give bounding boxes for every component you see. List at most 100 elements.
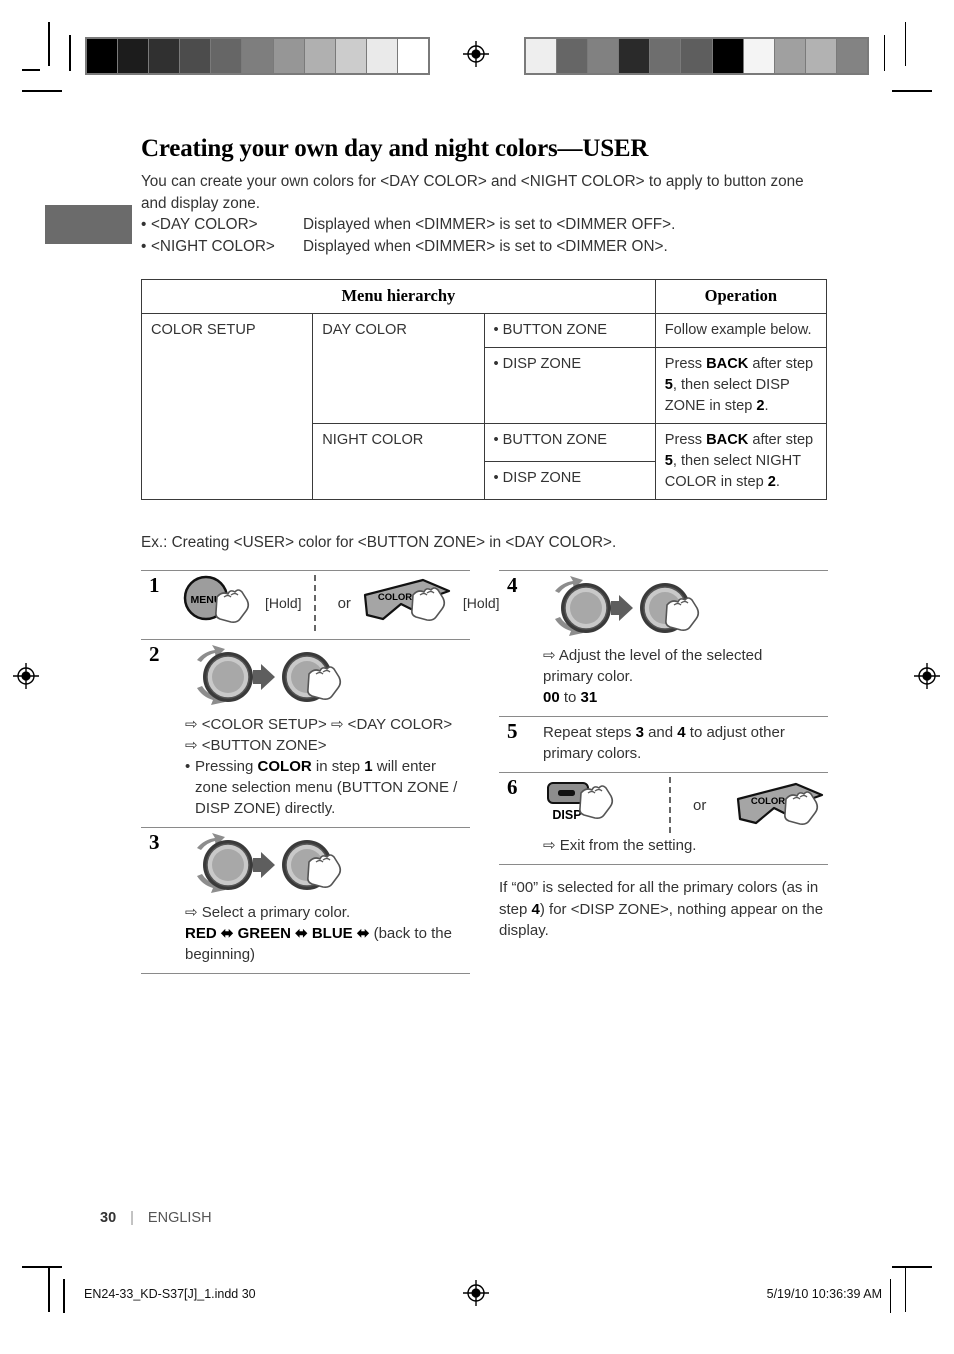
crop-mark-top-left-inner-horizontal [22,69,40,71]
print-footer-timestamp: 5/19/10 10:36:39 AM [766,1287,882,1301]
print-footer-filename: EN24-33_KD-S37[J]_1.indd 30 [84,1287,256,1301]
step-3-sequence: RED ⬌ GREEN ⬌ BLUE ⬌ (back to the beginn… [185,925,452,963]
cell-zone-disp-night: • DISP ZONE [483,461,656,500]
calibration-swatch [148,39,180,73]
disp-button-icon[interactable]: DISP [543,777,633,833]
step-2-result-line-1: ⇨ <COLOR SETUP> ⇨ <DAY COLOR> [185,716,453,733]
crop-mark-bottom-left-vertical [48,1268,50,1312]
crop-mark-top-left-inner-vertical [69,35,71,71]
step-3: 3 ⇨ Select a primary color. RED ⬌ GREEN … [141,827,470,974]
step-3-dial-art[interactable] [185,832,470,902]
example-caption: Ex.: Creating <USER> color for <BUTTON Z… [141,534,617,551]
table-header-operation: Operation [654,279,828,314]
step-1-hold-label-menu: [Hold] [265,594,302,611]
bullet-dot: • [141,216,147,233]
crop-mark-bottom-right-horizontal [892,1266,932,1268]
calibration-swatch [117,39,149,73]
menu-hierarchy-table: Menu hierarchy Operation COLOR SETUP DAY… [140,279,828,500]
cell-color-setup: COLOR SETUP [140,313,314,500]
print-footer-rule-right [889,1279,891,1313]
color-button-icon[interactable]: COLOR [734,777,834,833]
calibration-swatch [587,39,619,73]
calibration-swatch [272,39,304,73]
svg-text:DISP: DISP [552,808,581,822]
step-1-or-label: or [337,594,351,612]
crop-mark-bottom-right-vertical [904,1268,906,1312]
step-6: 6 DISP or COLOR ⇨ Exit from the setting. [499,772,828,865]
step-1-art-row: MENU [Hold] or COLOR [Hold] [181,575,500,631]
calibration-swatch [87,39,118,73]
step-4-result-line-1: ⇨ Adjust the level of the selected [543,647,763,664]
registration-mark-bottom-center [463,1280,489,1306]
step-2-note: • Pressing COLOR in step 1 will enter zo… [185,756,470,819]
crop-mark-bottom-left-horizontal [22,1266,62,1268]
crop-mark-top-right-horizontal [892,90,932,92]
step-6-art-row: DISP or COLOR [543,777,828,833]
steps-column-left: 1 MENU [Hold] or COLOR [Hold] 2 ⇨ <COLOR… [141,570,500,974]
color-button-icon[interactable]: COLOR [361,575,461,631]
step-6-result-line: ⇨ Exit from the setting. [543,837,697,854]
cell-day-color: DAY COLOR [312,313,485,424]
step-2-number: 2 [149,642,160,666]
bullet-description: Displayed when <DIMMER> is set to <DIMME… [303,216,676,233]
cell-night-color: NIGHT COLOR [312,423,485,500]
calibration-swatch [835,39,868,73]
calibration-swatch [526,39,557,73]
cell-zone-button-day: • BUTTON ZONE [483,313,656,348]
step-3-result-line: ⇨ Select a primary color. [185,904,351,921]
crop-mark-top-right-vertical [904,22,906,66]
step-2: 2 ⇨ <COLOR SETUP> ⇨ <DAY COLOR> ⇨ <BUTTO… [141,639,470,827]
step-4: 4 ⇨ Adjust the level of the selected pri… [499,570,828,716]
crop-mark-top-left-vertical [48,22,50,66]
bullet-term: <DAY COLOR> [151,216,258,233]
step-4-number: 4 [507,573,518,597]
footer-language: ENGLISH [147,1210,212,1226]
intro-line-1: You can create your own colors for <DAY … [141,173,804,190]
steps-container: 1 MENU [Hold] or COLOR [Hold] 2 ⇨ <COLOR… [141,570,828,974]
page-footer: 30 | ENGLISH [100,1210,212,1226]
step-2-note-text: Pressing COLOR in step 1 will enter zone… [195,758,458,817]
calibration-swatch [804,39,836,73]
intro-line-2: and display zone. [141,194,261,212]
step-4-dial-art[interactable] [543,575,828,645]
calibration-swatch [334,39,366,73]
registration-mark-top-center [463,41,489,67]
section-side-tab [45,205,132,244]
calibration-swatch [680,39,712,73]
step-5: 5 Repeat steps 3 and 4 to adjust other p… [499,716,828,772]
bullet-description: Displayed when <DIMMER> is set to <DIMME… [303,237,668,255]
calibration-swatch [773,39,805,73]
cell-operation-night: Press BACK after step 5, then select NIG… [654,423,828,500]
crop-mark-top-right-inner-vertical [883,35,885,71]
calibration-swatch [303,39,335,73]
cell-zone-disp-day: • DISP ZONE [483,347,656,424]
calibration-swatch [618,39,650,73]
page-title: Creating your own day and night colors—U… [141,135,649,162]
step-1-number: 1 [149,573,160,597]
bullet-day-color: • <DAY COLOR> Displayed when <DIMMER> is… [141,214,827,236]
calibration-swatch [179,39,211,73]
calibration-bar-right [524,37,869,75]
step-4-range: 00 to 31 [543,689,598,706]
bullet-dot: • [185,758,191,775]
calibration-swatch [649,39,681,73]
page-content: Creating your own day and night colors—U… [140,134,828,974]
menu-button-icon[interactable]: MENU [181,575,263,631]
step-2-dial-art[interactable] [185,644,470,714]
cell-zone-button-night: • BUTTON ZONE [483,423,656,462]
bullet-night-color: • <NIGHT COLOR> Displayed when <DIMMER> … [141,236,827,258]
step-4-result-line-2: primary color. [543,668,634,685]
calibration-swatch [711,39,743,73]
steps-column-right: 4 ⇨ Adjust the level of the selected pri… [499,570,828,974]
svg-text:COLOR: COLOR [751,796,785,807]
step-6-number: 6 [507,775,518,799]
calibration-swatch [396,39,429,73]
table-header-menu-hierarchy: Menu hierarchy [141,279,656,314]
bullet-term: <NIGHT COLOR> [151,237,275,255]
svg-text:COLOR: COLOR [378,592,412,603]
calibration-swatch [365,39,397,73]
calibration-swatch [241,39,273,73]
step-2-result-line-2: ⇨ <BUTTON ZONE> [185,737,327,754]
step-1-or-divider [313,575,316,631]
step-1-hold-label-color: [Hold] [462,594,500,611]
